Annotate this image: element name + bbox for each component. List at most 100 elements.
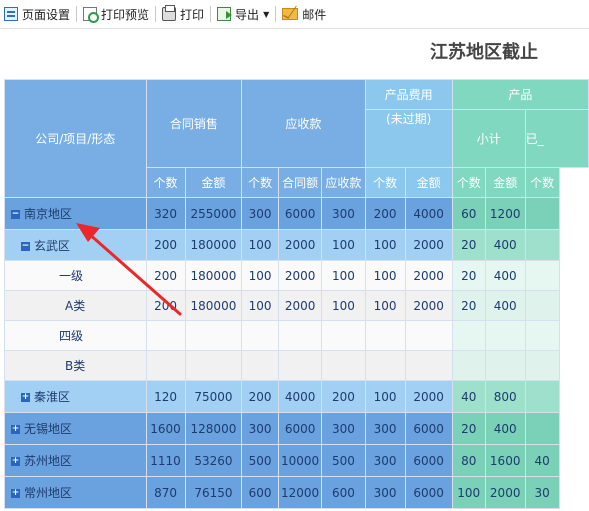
- row-label: B类: [65, 359, 86, 373]
- row-label: 玄武区: [34, 238, 71, 253]
- table-cell: 255000: [184, 197, 243, 230]
- table-row[interactable]: 一级 200 180000 100 2000 100 100 2000 20 400: [4, 260, 589, 291]
- mail-label: 邮件: [302, 7, 327, 22]
- subheader-receivable: 应收款: [321, 167, 366, 198]
- subheader-count: 个数: [364, 167, 406, 198]
- table-cell: [277, 350, 323, 381]
- print-label: 打印: [180, 7, 205, 22]
- table-cell: 80: [451, 444, 486, 477]
- table-cell: 200: [321, 380, 366, 413]
- page-setup-icon: [4, 7, 18, 21]
- table-cell: [404, 320, 453, 351]
- table-cell: [524, 260, 560, 291]
- table-row[interactable]: − 玄武区 200 180000 100 2000 100 100 2000 20 400: [4, 229, 589, 261]
- table-cell: 300: [364, 476, 406, 509]
- table-cell: 870: [145, 476, 186, 509]
- table-cell: 1110: [145, 444, 186, 477]
- table-cell: [524, 412, 560, 445]
- table-cell: 100: [241, 290, 279, 321]
- expand-icon[interactable]: +: [11, 457, 20, 466]
- table-row[interactable]: 四级: [4, 320, 589, 351]
- row-label: 南京地区: [24, 207, 73, 221]
- print-preview-label: 打印预览: [101, 7, 150, 22]
- table-cell: [451, 320, 486, 351]
- toolbar-separator: [155, 6, 157, 22]
- table-cell: 2000: [277, 229, 323, 261]
- page-setup-button[interactable]: 页面设置: [0, 3, 74, 25]
- collapse-icon[interactable]: −: [11, 210, 20, 219]
- table-cell: 100: [364, 290, 406, 321]
- table-cell: 100: [321, 229, 366, 261]
- subheader-count: 个数: [451, 167, 486, 198]
- expand-icon[interactable]: +: [21, 393, 30, 402]
- row-label-cell: B类: [4, 350, 147, 381]
- print-preview-button[interactable]: 打印预览: [79, 3, 153, 25]
- table-cell: 6000: [404, 412, 453, 445]
- report-table: 公司/项目/形态 合同销售 应收款 产品费用 产品 (未过期) 小计 已_ 个数…: [4, 79, 589, 509]
- table-cell: 500: [321, 444, 366, 477]
- table-cell: [145, 320, 186, 351]
- table-cell: [524, 290, 560, 321]
- row-label-cell: A类: [4, 290, 147, 321]
- table-cell: 800: [484, 380, 526, 413]
- table-row[interactable]: + 秦淮区 120 75000 200 4000 200 100 2000 40 800: [4, 380, 589, 413]
- report-title: 江苏地区截止: [430, 42, 538, 63]
- table-cell: 200: [145, 229, 186, 261]
- export-button[interactable]: 导出 ▼: [213, 3, 273, 25]
- mail-icon: [282, 8, 299, 20]
- row-label: 苏州地区: [24, 454, 73, 468]
- row-label: 四级: [59, 329, 84, 343]
- table-cell: 10000: [277, 444, 323, 477]
- table-row[interactable]: A类 200 180000 100 2000 100 100 2000 20 400: [4, 290, 589, 321]
- table-cell: [321, 350, 366, 381]
- table-cell: 6000: [404, 476, 453, 509]
- row-label-cell: + 苏州地区: [4, 444, 147, 477]
- print-button[interactable]: 打印: [158, 3, 208, 25]
- expand-icon[interactable]: +: [11, 489, 20, 498]
- table-cell: 100: [451, 476, 486, 509]
- table-cell: 2000: [277, 260, 323, 291]
- table-cell: 30: [524, 476, 560, 509]
- table-cell: 100: [364, 260, 406, 291]
- header-already-partial: 已_: [524, 109, 589, 168]
- table-cell: 1600: [145, 412, 186, 445]
- table-cell: 100: [321, 260, 366, 291]
- table-cell: [184, 320, 243, 351]
- mail-button[interactable]: 邮件: [278, 3, 330, 25]
- table-row[interactable]: + 苏州地区 1110 53260 500 10000 500 300 6000 80 1600 40: [4, 444, 589, 477]
- table-cell: 180000: [184, 229, 243, 261]
- table-cell: 53260: [184, 444, 243, 477]
- subheader-count: 个数: [241, 167, 279, 198]
- page-setup-label: 页面设置: [22, 7, 71, 22]
- table-cell: 1600: [484, 444, 526, 477]
- export-label: 导出: [235, 7, 260, 22]
- table-cell: 200: [145, 260, 186, 291]
- expand-icon[interactable]: +: [11, 425, 20, 434]
- header-contract-sales: 合同销售: [145, 79, 243, 168]
- table-cell: 300: [321, 412, 366, 445]
- table-cell: 20: [451, 412, 486, 445]
- table-cell: 6000: [404, 444, 453, 477]
- table-cell: [451, 350, 486, 381]
- collapse-icon[interactable]: −: [21, 241, 30, 251]
- table-cell: [277, 320, 323, 351]
- toolbar-separator: [210, 6, 212, 22]
- table-row[interactable]: + 无锡地区 1600 128000 300 6000 300 300 6000 20 400: [4, 412, 589, 445]
- table-cell: 2000: [404, 290, 453, 321]
- table-cell: 40: [451, 380, 486, 413]
- table-row[interactable]: B类: [4, 350, 589, 381]
- table-cell: [364, 350, 406, 381]
- table-cell: 300: [364, 412, 406, 445]
- row-label-cell: − 南京地区: [4, 197, 147, 230]
- row-header: 公司/项目/形态: [4, 79, 147, 198]
- table-cell: [321, 320, 366, 351]
- table-cell: 400: [484, 229, 526, 261]
- row-label-cell: 四级: [4, 320, 147, 351]
- table-cell: 6000: [277, 197, 323, 230]
- table-cell: 180000: [184, 260, 243, 291]
- table-row[interactable]: + 常州地区 870 76150 600 12000 600 300 6000 100 2000 30: [4, 476, 589, 509]
- row-label: A类: [65, 299, 86, 313]
- table-row[interactable]: − 南京地区 320 255000 300 6000 300 200 4000 60 1200: [4, 197, 589, 230]
- header-product-cost-note: (未过期): [364, 109, 453, 168]
- printer-icon: [162, 5, 177, 21]
